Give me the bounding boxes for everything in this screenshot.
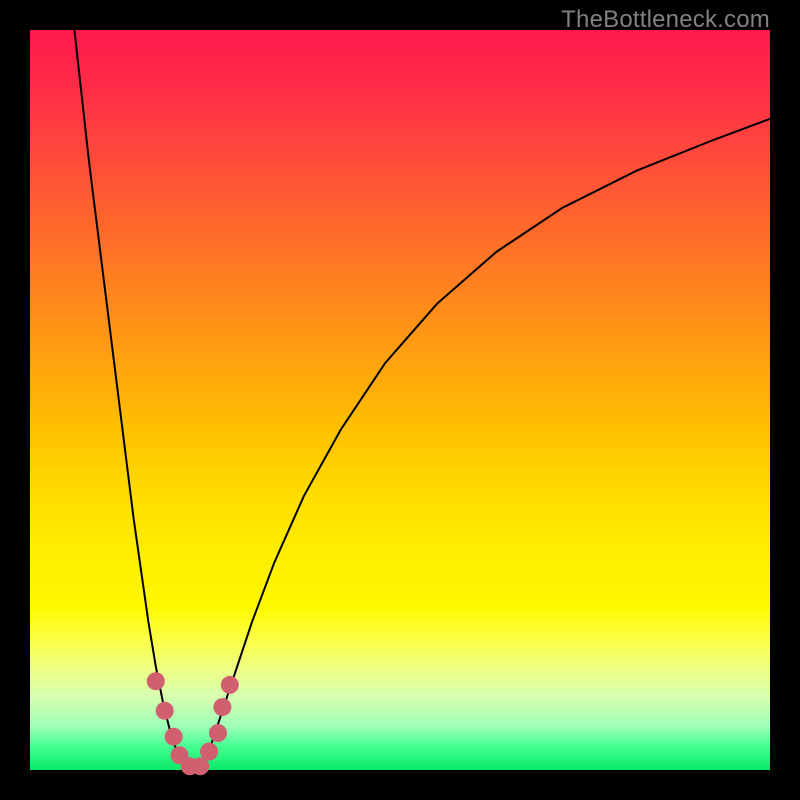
data-marker bbox=[200, 743, 218, 761]
curve-left-branch bbox=[74, 30, 200, 771]
curve-right-branch bbox=[200, 119, 770, 770]
plot-area bbox=[30, 30, 770, 770]
data-marker bbox=[221, 676, 239, 694]
chart-svg bbox=[30, 30, 770, 770]
data-marker bbox=[156, 702, 174, 720]
data-marker bbox=[165, 728, 183, 746]
marker-group bbox=[147, 672, 239, 775]
data-marker bbox=[147, 672, 165, 690]
image-frame: TheBottleneck.com bbox=[0, 0, 800, 800]
data-marker bbox=[213, 698, 231, 716]
watermark-text: TheBottleneck.com bbox=[561, 6, 770, 34]
data-marker bbox=[209, 724, 227, 742]
